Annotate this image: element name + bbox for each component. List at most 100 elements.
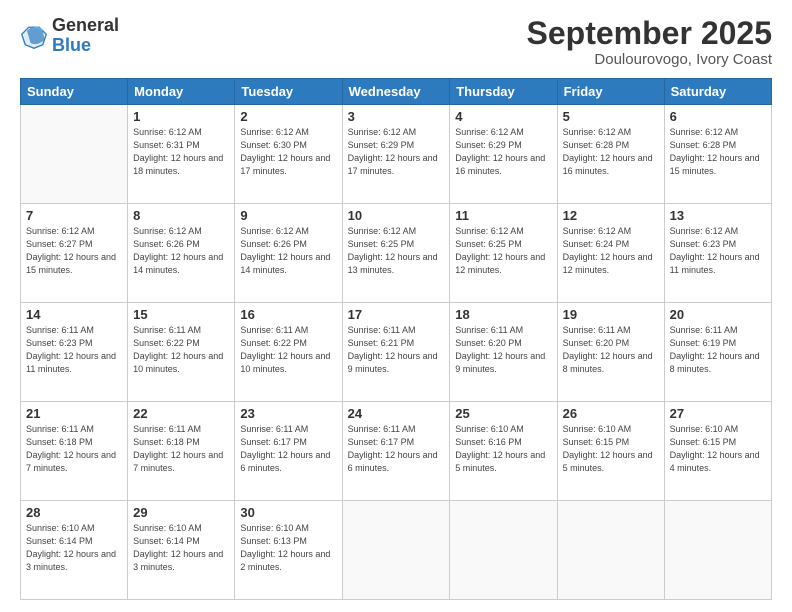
day-info: Sunrise: 6:11 AM Sunset: 6:20 PM Dayligh… [563, 324, 659, 376]
header-day-tuesday: Tuesday [235, 79, 342, 105]
calendar-cell: 14 Sunrise: 6:11 AM Sunset: 6:23 PM Dayli… [21, 303, 128, 402]
day-number: 12 [563, 208, 659, 223]
day-info: Sunrise: 6:10 AM Sunset: 6:13 PM Dayligh… [240, 522, 336, 574]
day-number: 15 [133, 307, 229, 322]
month-title: September 2025 [527, 16, 772, 51]
calendar-week-2: 7 Sunrise: 6:12 AM Sunset: 6:27 PM Daylig… [21, 204, 772, 303]
calendar-cell: 3Sunrise: 6:12 AM Sunset: 6:29 PM Daylig… [342, 105, 450, 204]
day-info: Sunrise: 6:11 AM Sunset: 6:17 PM Dayligh… [240, 423, 336, 475]
calendar-cell: 5 Sunrise: 6:12 AM Sunset: 6:28 PM Daylig… [557, 105, 664, 204]
day-number: 1 [133, 109, 229, 124]
calendar-cell: 10Sunrise: 6:12 AM Sunset: 6:25 PM Dayli… [342, 204, 450, 303]
header-day-friday: Friday [557, 79, 664, 105]
day-info: Sunrise: 6:11 AM Sunset: 6:18 PM Dayligh… [133, 423, 229, 475]
calendar-cell: 27Sunrise: 6:10 AM Sunset: 6:15 PM Dayli… [664, 402, 771, 501]
day-info: Sunrise: 6:12 AM Sunset: 6:30 PM Dayligh… [240, 126, 336, 178]
day-number: 5 [563, 109, 659, 124]
day-number: 19 [563, 307, 659, 322]
day-info: Sunrise: 6:12 AM Sunset: 6:31 PM Dayligh… [133, 126, 229, 178]
day-info: Sunrise: 6:11 AM Sunset: 6:19 PM Dayligh… [670, 324, 766, 376]
day-number: 13 [670, 208, 766, 223]
calendar-cell: 28Sunrise: 6:10 AM Sunset: 6:14 PM Dayli… [21, 501, 128, 600]
day-number: 14 [26, 307, 122, 322]
calendar-cell: 1 Sunrise: 6:12 AM Sunset: 6:31 PM Daylig… [128, 105, 235, 204]
calendar-cell: 22 Sunrise: 6:11 AM Sunset: 6:18 PM Dayli… [128, 402, 235, 501]
header: General Blue September 2025 Doulourovogo… [20, 16, 772, 68]
logo: General Blue [20, 16, 119, 56]
day-info: Sunrise: 6:12 AM Sunset: 6:28 PM Dayligh… [670, 126, 766, 178]
page: General Blue September 2025 Doulourovogo… [0, 0, 792, 612]
day-info: Sunrise: 6:12 AM Sunset: 6:29 PM Dayligh… [455, 126, 551, 178]
calendar-cell: 11Sunrise: 6:12 AM Sunset: 6:25 PM Dayli… [450, 204, 557, 303]
calendar-week-1: 1 Sunrise: 6:12 AM Sunset: 6:31 PM Daylig… [21, 105, 772, 204]
day-info: Sunrise: 6:10 AM Sunset: 6:14 PM Dayligh… [26, 522, 122, 574]
calendar-cell: 18 Sunrise: 6:11 AM Sunset: 6:20 PM Dayli… [450, 303, 557, 402]
day-number: 23 [240, 406, 336, 421]
calendar-cell: 13 Sunrise: 6:12 AM Sunset: 6:23 PM Dayli… [664, 204, 771, 303]
day-info: Sunrise: 6:12 AM Sunset: 6:25 PM Dayligh… [348, 225, 445, 277]
calendar-week-4: 21 Sunrise: 6:11 AM Sunset: 6:18 PM Dayli… [21, 402, 772, 501]
logo-blue-text: Blue [52, 36, 119, 56]
calendar-cell: 7 Sunrise: 6:12 AM Sunset: 6:27 PM Daylig… [21, 204, 128, 303]
day-number: 6 [670, 109, 766, 124]
header-day-thursday: Thursday [450, 79, 557, 105]
day-number: 17 [348, 307, 445, 322]
calendar-cell: 12 Sunrise: 6:12 AM Sunset: 6:24 PM Dayli… [557, 204, 664, 303]
calendar-cell: 19 Sunrise: 6:11 AM Sunset: 6:20 PM Dayli… [557, 303, 664, 402]
calendar-cell: 2 Sunrise: 6:12 AM Sunset: 6:30 PM Daylig… [235, 105, 342, 204]
header-row: SundayMondayTuesdayWednesdayThursdayFrid… [21, 79, 772, 105]
day-number: 7 [26, 208, 122, 223]
day-info: Sunrise: 6:12 AM Sunset: 6:24 PM Dayligh… [563, 225, 659, 277]
day-number: 26 [563, 406, 659, 421]
calendar-header: SundayMondayTuesdayWednesdayThursdayFrid… [21, 79, 772, 105]
day-info: Sunrise: 6:12 AM Sunset: 6:27 PM Dayligh… [26, 225, 122, 277]
calendar-cell [342, 501, 450, 600]
calendar-week-3: 14 Sunrise: 6:11 AM Sunset: 6:23 PM Dayli… [21, 303, 772, 402]
day-number: 22 [133, 406, 229, 421]
day-info: Sunrise: 6:10 AM Sunset: 6:16 PM Dayligh… [455, 423, 551, 475]
header-day-wednesday: Wednesday [342, 79, 450, 105]
logo-general-text: General [52, 16, 119, 36]
day-number: 21 [26, 406, 122, 421]
day-info: Sunrise: 6:11 AM Sunset: 6:22 PM Dayligh… [133, 324, 229, 376]
calendar-cell: 6 Sunrise: 6:12 AM Sunset: 6:28 PM Daylig… [664, 105, 771, 204]
calendar-cell: 8 Sunrise: 6:12 AM Sunset: 6:26 PM Daylig… [128, 204, 235, 303]
day-info: Sunrise: 6:10 AM Sunset: 6:14 PM Dayligh… [133, 522, 229, 574]
day-number: 11 [455, 208, 551, 223]
calendar-cell [450, 501, 557, 600]
day-number: 16 [240, 307, 336, 322]
header-day-sunday: Sunday [21, 79, 128, 105]
day-info: Sunrise: 6:12 AM Sunset: 6:26 PM Dayligh… [133, 225, 229, 277]
header-day-monday: Monday [128, 79, 235, 105]
calendar-cell: 23 Sunrise: 6:11 AM Sunset: 6:17 PM Dayli… [235, 402, 342, 501]
day-info: Sunrise: 6:12 AM Sunset: 6:26 PM Dayligh… [240, 225, 336, 277]
calendar-cell: 16Sunrise: 6:11 AM Sunset: 6:22 PM Dayli… [235, 303, 342, 402]
day-number: 8 [133, 208, 229, 223]
day-number: 24 [348, 406, 445, 421]
day-info: Sunrise: 6:12 AM Sunset: 6:23 PM Dayligh… [670, 225, 766, 277]
calendar-cell: 29Sunrise: 6:10 AM Sunset: 6:14 PM Dayli… [128, 501, 235, 600]
calendar-cell [21, 105, 128, 204]
logo-text: General Blue [52, 16, 119, 56]
calendar-cell [557, 501, 664, 600]
day-info: Sunrise: 6:11 AM Sunset: 6:23 PM Dayligh… [26, 324, 122, 376]
day-info: Sunrise: 6:11 AM Sunset: 6:20 PM Dayligh… [455, 324, 551, 376]
calendar-cell: 24 Sunrise: 6:11 AM Sunset: 6:17 PM Dayli… [342, 402, 450, 501]
day-number: 27 [670, 406, 766, 421]
calendar-body: 1 Sunrise: 6:12 AM Sunset: 6:31 PM Daylig… [21, 105, 772, 600]
calendar-table: SundayMondayTuesdayWednesdayThursdayFrid… [20, 78, 772, 600]
day-number: 30 [240, 505, 336, 520]
day-info: Sunrise: 6:11 AM Sunset: 6:17 PM Dayligh… [348, 423, 445, 475]
calendar-cell [664, 501, 771, 600]
calendar-cell: 26Sunrise: 6:10 AM Sunset: 6:15 PM Dayli… [557, 402, 664, 501]
day-number: 20 [670, 307, 766, 322]
calendar-cell: 25Sunrise: 6:10 AM Sunset: 6:16 PM Dayli… [450, 402, 557, 501]
day-number: 18 [455, 307, 551, 322]
day-info: Sunrise: 6:12 AM Sunset: 6:28 PM Dayligh… [563, 126, 659, 178]
day-number: 2 [240, 109, 336, 124]
day-number: 3 [348, 109, 445, 124]
header-day-saturday: Saturday [664, 79, 771, 105]
day-info: Sunrise: 6:11 AM Sunset: 6:18 PM Dayligh… [26, 423, 122, 475]
calendar-cell: 15 Sunrise: 6:11 AM Sunset: 6:22 PM Dayli… [128, 303, 235, 402]
calendar-week-5: 28Sunrise: 6:10 AM Sunset: 6:14 PM Dayli… [21, 501, 772, 600]
